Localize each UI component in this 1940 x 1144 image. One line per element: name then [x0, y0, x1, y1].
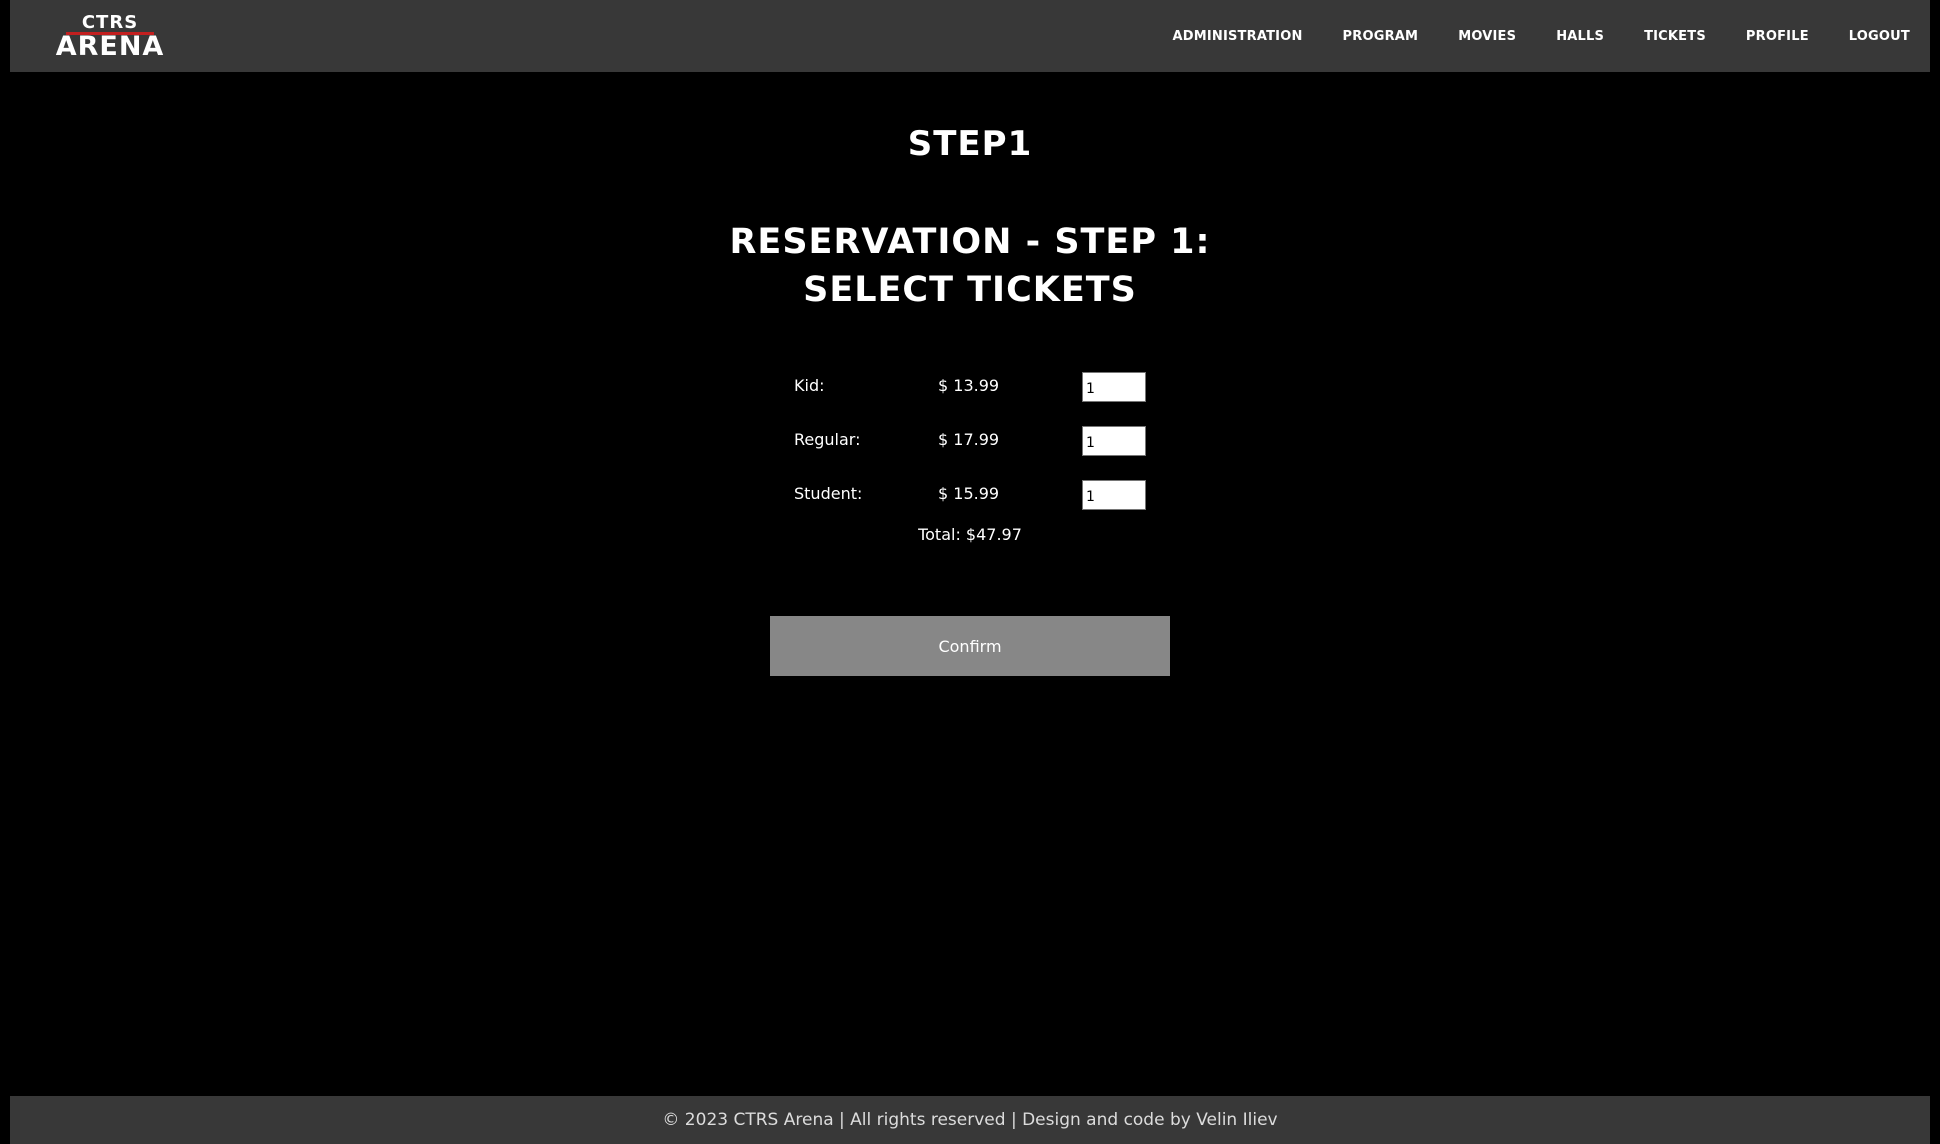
main-nav: ADMINISTRATION PROGRAM MOVIES HALLS TICK…: [1132, 0, 1910, 72]
nav-logout[interactable]: LOGOUT: [1849, 29, 1910, 44]
logo-text-top: CTRS: [81, 12, 139, 33]
ticket-price: $ 15.99: [938, 484, 1000, 503]
total-price: Total: $47.97: [918, 525, 1022, 544]
nav-administration[interactable]: ADMINISTRATION: [1172, 29, 1302, 44]
logo-underline: [66, 32, 154, 35]
ticket-price: $ 13.99: [938, 376, 1000, 395]
site-logo[interactable]: CTRS ARENA: [50, 13, 170, 61]
page: CTRS ARENA ADMINISTRATION PROGRAM MOVIES…: [0, 0, 1940, 1144]
ticket-price: $ 17.99: [938, 430, 1000, 449]
reservation-title-line2: SELECT TICKETS: [803, 270, 1137, 310]
footer-text: © 2023 CTRS Arena | All rights reserved …: [662, 1110, 1278, 1130]
logo-text-bottom: ARENA: [55, 31, 165, 62]
nav-movies[interactable]: MOVIES: [1458, 29, 1516, 44]
ticket-label: Kid:: [794, 376, 825, 395]
regular-quantity-input[interactable]: [1082, 426, 1146, 456]
nav-halls[interactable]: HALLS: [1556, 29, 1604, 44]
ticket-label: Regular:: [794, 430, 861, 449]
ticket-row-regular: Regular: $ 17.99: [794, 426, 1154, 456]
student-quantity-input[interactable]: [1082, 480, 1146, 510]
reservation-title: RESERVATION - STEP 1: SELECT TICKETS: [720, 218, 1220, 314]
ticket-row-student: Student: $ 15.99: [794, 480, 1154, 510]
nav-tickets[interactable]: TICKETS: [1644, 29, 1706, 44]
top-navbar: CTRS ARENA ADMINISTRATION PROGRAM MOVIES…: [10, 0, 1930, 72]
ticket-label: Student:: [794, 484, 863, 503]
reservation-title-line1: RESERVATION - STEP 1:: [729, 222, 1211, 262]
kid-quantity-input[interactable]: [1082, 372, 1146, 402]
confirm-button[interactable]: Confirm: [770, 616, 1170, 676]
page-footer: © 2023 CTRS Arena | All rights reserved …: [10, 1096, 1930, 1144]
nav-profile[interactable]: PROFILE: [1746, 29, 1809, 44]
step-title: STEP1: [907, 124, 1033, 164]
nav-program[interactable]: PROGRAM: [1343, 29, 1419, 44]
ticket-row-kid: Kid: $ 13.99: [794, 372, 1154, 402]
